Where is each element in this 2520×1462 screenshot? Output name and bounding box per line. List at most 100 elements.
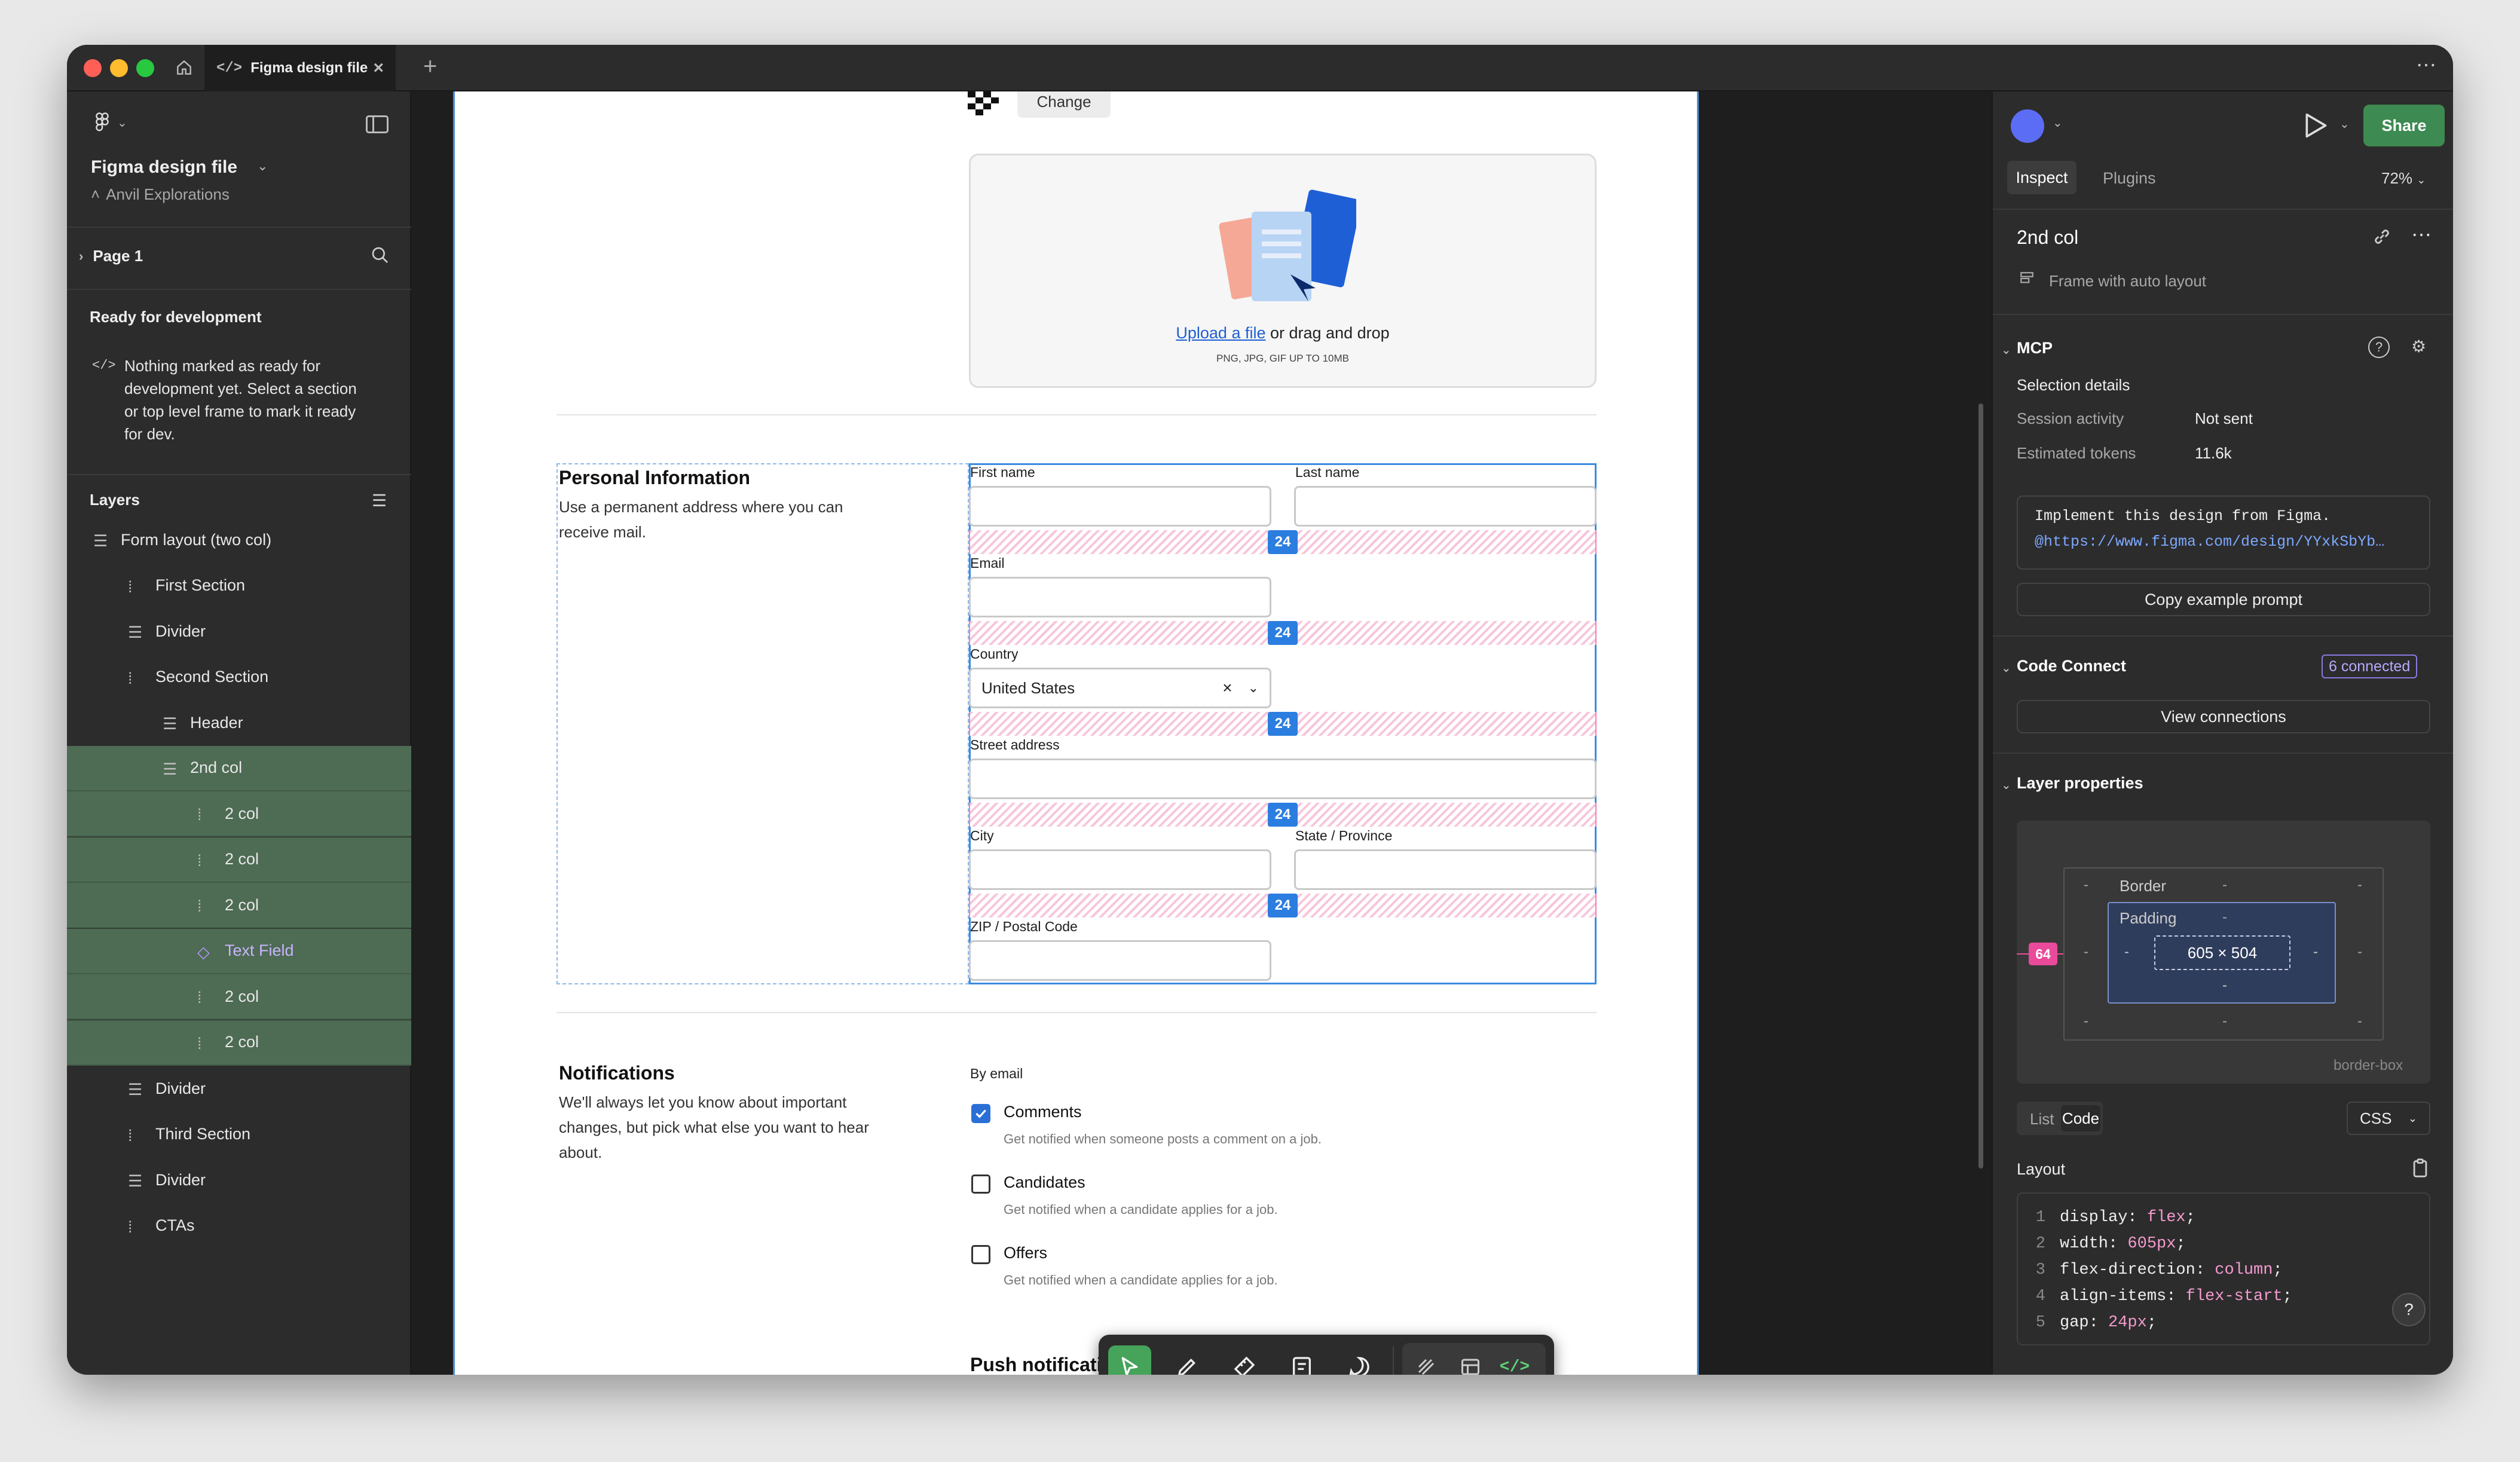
layer-item[interactable]: ☰ Form layout (two col) (67, 517, 411, 562)
layer-item[interactable]: ☰ Divider (67, 608, 411, 654)
prompt-url: @https://www.figma.com/design/YYxkSbYb… (2035, 533, 2385, 550)
css-code-block[interactable]: 1 display: flex; 2 width: 605px; 3 flex-direc… (2017, 1192, 2430, 1345)
page-selector[interactable]: › Page 1 (79, 247, 143, 265)
session-activity-label: Session activity (2017, 409, 2124, 427)
layer-item[interactable]: ☰ Divider (67, 1066, 411, 1111)
prompt-line: Implement this design from Figma. (2035, 507, 2331, 525)
component-props-icon[interactable] (1451, 1348, 1490, 1375)
street-input[interactable] (969, 758, 1597, 799)
chevron-down-icon[interactable]: ⌄ (1248, 680, 1259, 696)
canvas-scrollbar[interactable] (1978, 403, 1983, 1169)
code-line: 1 display: flex; (2021, 1204, 2429, 1231)
state-input[interactable] (1294, 849, 1597, 890)
main-menu-button[interactable]: ⌄ (93, 112, 127, 133)
frame-icon: ☰ (93, 532, 108, 550)
move-tool-icon[interactable] (1108, 1345, 1151, 1375)
view-connections-button[interactable]: View connections (2017, 700, 2430, 733)
help-icon[interactable]: ? (2368, 337, 2390, 358)
minimize-window-button[interactable] (110, 59, 128, 77)
language-select[interactable]: CSS ⌄ (2347, 1102, 2430, 1135)
chevron-down-icon[interactable]: ⌄ (2053, 115, 2063, 130)
layer-label: 2 col (225, 850, 259, 868)
measure-tool-icon[interactable] (1223, 1345, 1266, 1375)
layer-item[interactable]: ⁞ First Section (67, 563, 411, 608)
share-button[interactable]: Share (2363, 105, 2445, 146)
more-menu-icon[interactable]: ⋯ (2416, 53, 2436, 77)
copy-clipboard-icon[interactable] (2411, 1158, 2429, 1181)
connected-badge[interactable]: 6 connected (2322, 654, 2418, 678)
canvas[interactable]: Change Upload a file or drag and drop PN… (412, 91, 1990, 1375)
checkbox[interactable] (971, 1245, 990, 1264)
checkbox[interactable] (971, 1175, 990, 1194)
layer-item[interactable]: ☰ Divider (67, 1157, 411, 1203)
collapse-chevron-icon[interactable]: ⌄ (2001, 778, 2011, 793)
close-tab-icon[interactable]: × (373, 58, 384, 78)
file-menu-chevron-icon[interactable]: ⌄ (257, 158, 268, 174)
collapse-chevron-icon[interactable]: ⌄ (2001, 342, 2011, 357)
clear-icon[interactable]: × (1222, 678, 1232, 698)
settings-sliders-icon[interactable]: ⚙ (2411, 337, 2426, 356)
view-list-tab[interactable]: List (2030, 1110, 2054, 1128)
example-prompt-box[interactable]: Implement this design from Figma. @https… (2017, 496, 2430, 570)
layer-item[interactable]: ⁞ 2 col (67, 791, 411, 837)
link-icon[interactable] (2372, 227, 2392, 251)
autolayout-icon: ⁞ (197, 989, 202, 1007)
project-name[interactable]: ˄ Anvil Explorations (91, 185, 230, 204)
close-window-button[interactable] (84, 59, 102, 77)
padding-label: Padding (2120, 909, 2177, 927)
chevron-down-icon[interactable]: ⌄ (2339, 117, 2350, 131)
user-avatar[interactable] (2011, 109, 2044, 143)
upload-link[interactable]: Upload a file (1176, 324, 1265, 342)
tab-plugins[interactable]: Plugins (2103, 169, 2156, 188)
new-tab-button[interactable]: + (423, 53, 437, 80)
tab-title: Figma design file (250, 60, 368, 76)
country-label: Country (970, 646, 1019, 662)
annotate-tool-icon[interactable] (1280, 1345, 1323, 1375)
layer-label: Text Field (225, 941, 294, 959)
home-icon[interactable] (175, 58, 195, 78)
layer-item[interactable]: ◇ Text Field (67, 928, 411, 974)
layer-item[interactable]: ⁞ 2 col (67, 1020, 411, 1066)
zoom-level[interactable]: 72% ⌄ (2381, 169, 2426, 188)
dev-mode-code-icon[interactable]: </> (1496, 1348, 1534, 1375)
collapse-chevron-icon[interactable]: ⌄ (2001, 660, 2011, 675)
layer-item[interactable]: ⁞ Second Section (67, 654, 411, 700)
search-icon[interactable] (371, 246, 390, 268)
code-line: 5 gap: 24px; (2021, 1310, 2429, 1336)
first-name-input[interactable] (969, 486, 1271, 527)
country-select[interactable]: United States × ⌄ (969, 668, 1271, 708)
help-button[interactable]: ? (2392, 1293, 2426, 1326)
last-name-input[interactable] (1294, 486, 1597, 527)
layer-item[interactable]: ⁞ 2 col (67, 837, 411, 883)
layers-list-icon[interactable]: ☰ (372, 491, 387, 510)
checkbox[interactable] (971, 1104, 990, 1123)
layer-item[interactable]: ⁞ Third Section (67, 1112, 411, 1157)
maximize-window-button[interactable] (136, 59, 154, 77)
change-button[interactable]: Change (1017, 91, 1111, 118)
title-bar: </> Figma design file × + ⋯ (67, 45, 2453, 91)
tab-inspect[interactable]: Inspect (2007, 161, 2076, 194)
layer-item[interactable]: ☰ Header (67, 700, 411, 745)
more-options-icon[interactable]: ⋯ (2411, 223, 2432, 247)
file-name[interactable]: Figma design file (91, 157, 237, 178)
line-number: 5 (2035, 1314, 2045, 1332)
layer-item[interactable]: ⁞ 2 col (67, 883, 411, 928)
zip-input[interactable] (969, 940, 1271, 981)
option-label: Candidates (1004, 1173, 1085, 1191)
view-code-tab[interactable]: Code (2061, 1105, 2100, 1131)
design-frame[interactable]: Change Upload a file or drag and drop PN… (453, 91, 1699, 1375)
upload-dropzone[interactable]: Upload a file or drag and drop PNG, JPG,… (969, 154, 1597, 388)
pen-tool-icon[interactable] (1166, 1345, 1209, 1375)
sidebar-toggle-icon[interactable] (366, 115, 389, 133)
layer-item[interactable]: ⁞ CTAs (67, 1203, 411, 1249)
comment-tool-icon[interactable] (1338, 1345, 1381, 1375)
email-input[interactable] (969, 577, 1271, 617)
annotation-visibility-icon[interactable] (1407, 1348, 1445, 1375)
copy-prompt-button[interactable]: Copy example prompt (2017, 583, 2430, 616)
layer-item[interactable]: ☰ 2nd col (67, 745, 411, 791)
layer-item[interactable]: ⁞ 2 col (67, 974, 411, 1020)
code-line: 3 flex-direction: column; (2021, 1257, 2429, 1283)
city-input[interactable] (969, 849, 1271, 890)
file-tab[interactable]: </> Figma design file × (204, 45, 396, 91)
present-play-icon[interactable] (2302, 111, 2329, 143)
